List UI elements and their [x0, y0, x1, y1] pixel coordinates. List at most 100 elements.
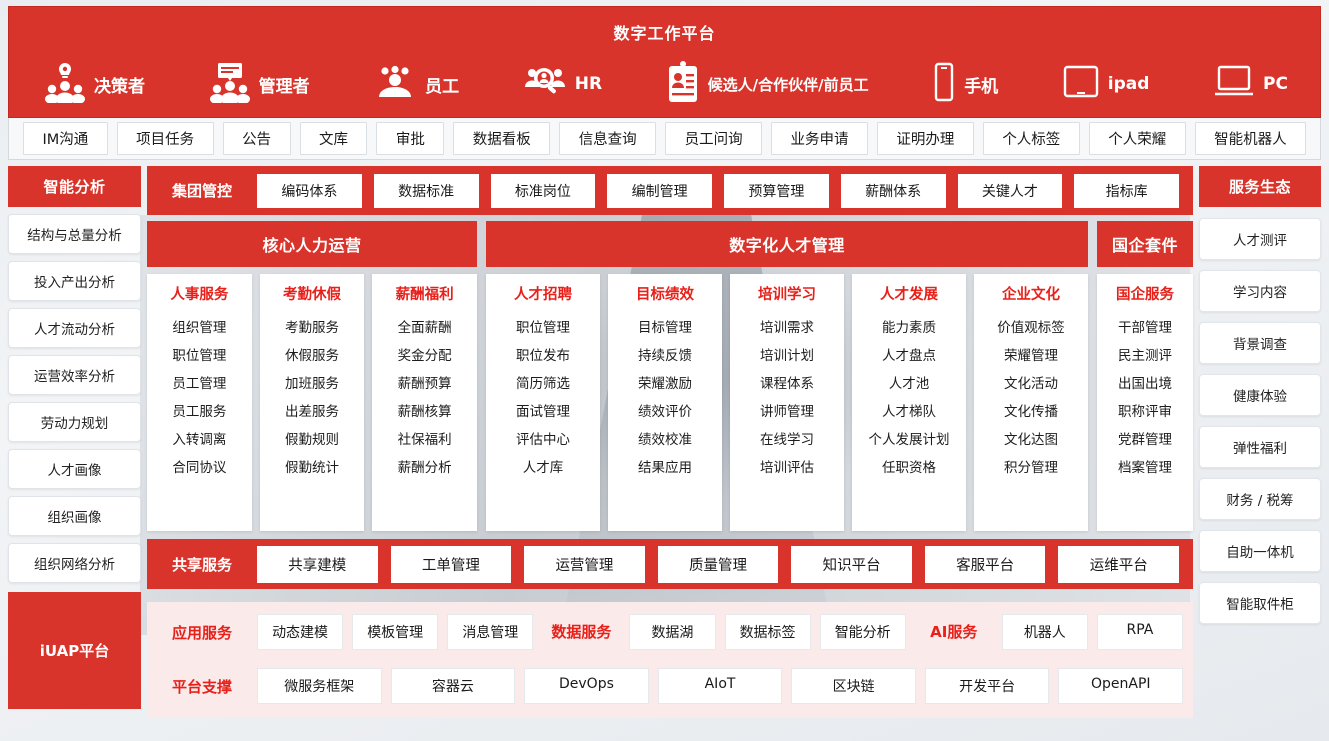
group-control-item[interactable]: 编码体系: [257, 173, 362, 208]
sub-item[interactable]: 薪酬预算: [398, 372, 452, 392]
sub-item[interactable]: 持续反馈: [638, 344, 692, 364]
persona-phone[interactable]: 手机: [933, 62, 998, 106]
sub-item[interactable]: 档案管理: [1118, 456, 1172, 476]
sidebar-item-io-analysis[interactable]: 投入产出分析: [8, 261, 141, 301]
sub-item[interactable]: 文化传播: [1004, 400, 1058, 420]
nav-item[interactable]: 项目任务: [116, 122, 214, 155]
group-control-item[interactable]: 预算管理: [724, 173, 829, 208]
sub-item[interactable]: 人才梯队: [882, 400, 936, 420]
sub-item[interactable]: 出国出境: [1118, 372, 1172, 392]
shared-service-item[interactable]: 运维平台: [1058, 545, 1180, 583]
sidebar-item-health-experience[interactable]: 健康体验: [1199, 374, 1321, 416]
nav-item[interactable]: 文库: [299, 122, 368, 155]
nav-item[interactable]: 个人荣耀: [1088, 122, 1186, 155]
nav-item[interactable]: IM沟通: [23, 122, 108, 155]
sub-item[interactable]: 培训评估: [760, 456, 814, 476]
sidebar-item-flexible-benefits[interactable]: 弹性福利: [1199, 426, 1321, 468]
platform-item[interactable]: 开发平台: [924, 668, 1050, 704]
persona-hr[interactable]: HR: [524, 63, 602, 105]
persona-manager[interactable]: 管理者: [209, 61, 310, 107]
sub-item[interactable]: 面试管理: [516, 400, 570, 420]
nav-item[interactable]: 个人标签: [982, 122, 1080, 155]
platform-item[interactable]: 区块链: [791, 668, 916, 704]
group-control-item[interactable]: 关键人才: [957, 173, 1063, 208]
platform-item[interactable]: 智能分析: [819, 614, 906, 650]
sidebar-item-org-network-analysis[interactable]: 组织网络分析: [8, 543, 141, 583]
sub-item[interactable]: 薪酬分析: [398, 456, 452, 476]
nav-item[interactable]: 业务申请: [771, 122, 868, 155]
sub-item[interactable]: 组织管理: [172, 316, 226, 336]
sub-item[interactable]: 文化活动: [1004, 372, 1058, 392]
sidebar-item-talent-assessment[interactable]: 人才测评: [1199, 218, 1321, 260]
sub-item[interactable]: 积分管理: [1004, 456, 1058, 476]
sidebar-item-learning-content[interactable]: 学习内容: [1199, 270, 1321, 312]
sub-item[interactable]: 假勤规则: [285, 428, 339, 448]
nav-item[interactable]: 证明办理: [876, 122, 974, 155]
sub-item[interactable]: 职位管理: [516, 316, 570, 336]
shared-service-item[interactable]: 共享建模: [257, 545, 378, 583]
sub-item[interactable]: 个人发展计划: [869, 428, 950, 448]
group-control-item[interactable]: 指标库: [1074, 173, 1179, 208]
sub-item[interactable]: 假勤统计: [285, 456, 339, 476]
group-control-item[interactable]: 薪酬体系: [840, 173, 946, 208]
persona-decision-maker[interactable]: 决策者: [45, 61, 145, 107]
sub-item[interactable]: 合同协议: [172, 456, 226, 476]
sub-item[interactable]: 结果应用: [638, 456, 692, 476]
sub-item[interactable]: 培训需求: [760, 316, 814, 336]
sub-item[interactable]: 入转调离: [172, 428, 226, 448]
sidebar-item-talent-flow-analysis[interactable]: 人才流动分析: [8, 308, 141, 348]
sidebar-item-self-service-kiosk[interactable]: 自助一体机: [1199, 530, 1321, 572]
shared-service-item[interactable]: 运营管理: [524, 545, 645, 583]
platform-item[interactable]: DevOps: [524, 668, 649, 704]
sub-item[interactable]: 讲师管理: [760, 400, 814, 420]
sub-item[interactable]: 能力素质: [882, 316, 936, 336]
shared-service-item[interactable]: 工单管理: [390, 545, 512, 583]
sub-item[interactable]: 目标管理: [638, 316, 692, 336]
group-control-item[interactable]: 编制管理: [607, 173, 712, 208]
sub-item[interactable]: 在线学习: [760, 428, 814, 448]
nav-item[interactable]: 员工问询: [665, 122, 763, 155]
sub-item[interactable]: 绩效评价: [638, 400, 692, 420]
sidebar-item-finance-tax[interactable]: 财务 / 税筹: [1199, 478, 1321, 520]
sub-item[interactable]: 党群管理: [1118, 428, 1172, 448]
sub-item[interactable]: 员工管理: [172, 372, 226, 392]
sub-item[interactable]: 民主测评: [1118, 344, 1172, 364]
group-control-item[interactable]: 标准岗位: [490, 173, 596, 208]
sub-item[interactable]: 干部管理: [1118, 316, 1172, 336]
sub-item[interactable]: 课程体系: [760, 372, 814, 392]
sub-item[interactable]: 社保福利: [398, 428, 452, 448]
sub-item[interactable]: 出差服务: [285, 400, 339, 420]
sidebar-item-structure-analysis[interactable]: 结构与总量分析: [8, 214, 141, 254]
nav-item[interactable]: 信息查询: [559, 122, 657, 155]
sub-item[interactable]: 员工服务: [172, 400, 226, 420]
sub-item[interactable]: 加班服务: [285, 372, 339, 392]
platform-item[interactable]: OpenAPI: [1058, 668, 1184, 704]
nav-item[interactable]: 数据看板: [453, 122, 551, 155]
shared-service-item[interactable]: 知识平台: [791, 545, 912, 583]
platform-item[interactable]: 容器云: [390, 668, 516, 704]
sub-item[interactable]: 考勤服务: [285, 316, 339, 336]
persona-pc[interactable]: PC: [1214, 65, 1288, 103]
sub-item[interactable]: 奖金分配: [398, 344, 452, 364]
sub-item[interactable]: 职位管理: [172, 344, 226, 364]
sub-item[interactable]: 价值观标签: [997, 316, 1065, 336]
platform-item[interactable]: 数据标签: [724, 614, 811, 650]
sub-item[interactable]: 全面薪酬: [398, 316, 452, 336]
sub-item[interactable]: 休假服务: [285, 344, 339, 364]
platform-item[interactable]: 消息管理: [447, 614, 534, 650]
sub-item[interactable]: 简历筛选: [516, 372, 570, 392]
platform-item[interactable]: 微服务框架: [257, 668, 382, 704]
sub-item[interactable]: 荣耀激励: [638, 372, 692, 392]
sidebar-item-smart-locker[interactable]: 智能取件柜: [1199, 582, 1321, 624]
nav-item[interactable]: 智能机器人: [1194, 122, 1307, 155]
group-control-item[interactable]: 数据标准: [373, 173, 479, 208]
sidebar-item-workforce-planning[interactable]: 劳动力规划: [8, 402, 141, 442]
nav-item[interactable]: 审批: [376, 122, 445, 155]
sub-item[interactable]: 人才池: [889, 372, 930, 392]
platform-item[interactable]: AIoT: [657, 668, 783, 704]
persona-employee[interactable]: 员工: [374, 65, 459, 103]
sidebar-item-efficiency-analysis[interactable]: 运营效率分析: [8, 355, 141, 395]
sub-item[interactable]: 职称评审: [1118, 400, 1172, 420]
sub-item[interactable]: 人才盘点: [882, 344, 936, 364]
sub-item[interactable]: 培训计划: [760, 344, 814, 364]
